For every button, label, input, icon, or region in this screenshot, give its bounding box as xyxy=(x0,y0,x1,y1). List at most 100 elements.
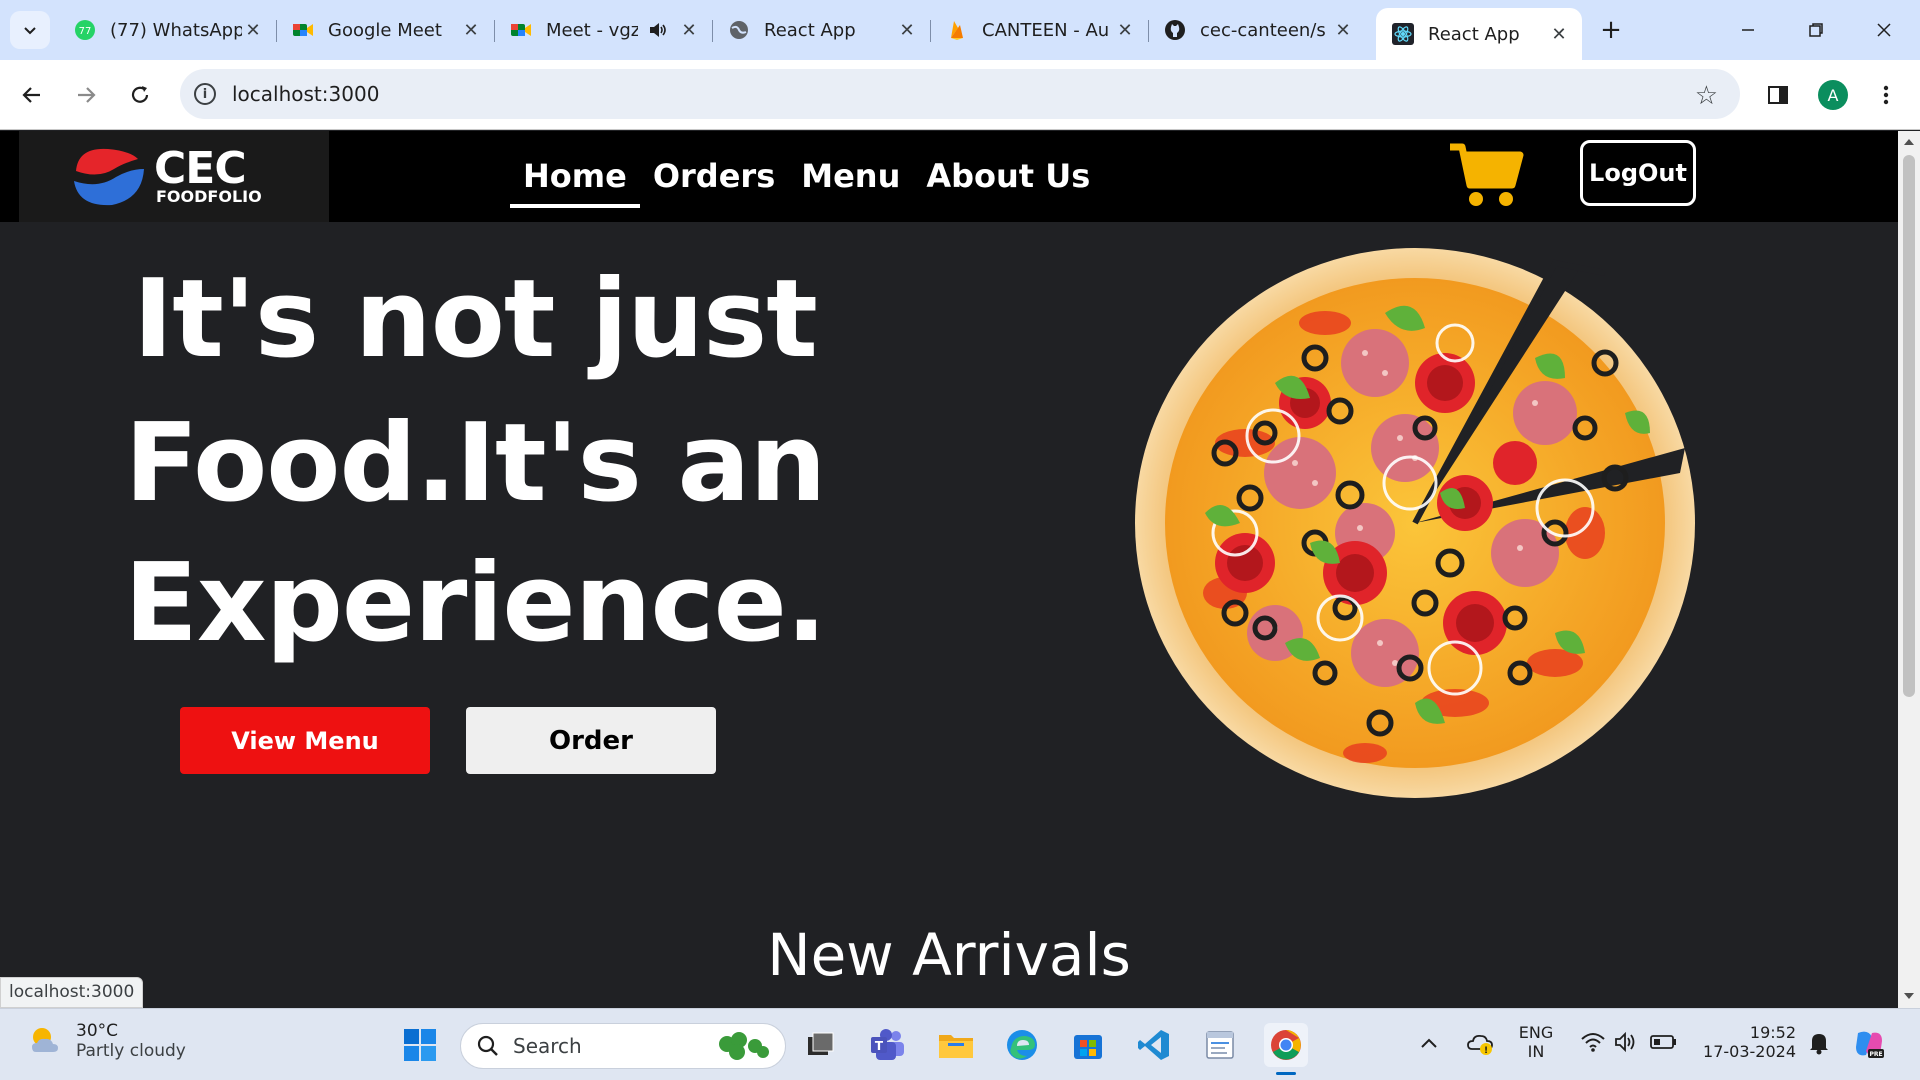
hero-heading-line-1: It's not just xyxy=(133,257,818,382)
github-icon xyxy=(1164,19,1186,41)
view-menu-button[interactable]: View Menu xyxy=(180,707,430,774)
close-tab-icon[interactable]: ✕ xyxy=(242,19,264,41)
language-code: ENG xyxy=(1518,1023,1554,1042)
forward-button[interactable] xyxy=(68,77,104,113)
vscode-button[interactable] xyxy=(1132,1023,1176,1067)
close-tab-icon[interactable]: ✕ xyxy=(678,19,700,41)
taskbar-search[interactable]: Search xyxy=(460,1023,786,1069)
nav-menu[interactable]: Menu xyxy=(788,149,913,203)
app-window-button[interactable] xyxy=(1198,1023,1242,1067)
close-window-button[interactable] xyxy=(1854,10,1914,50)
volume-icon[interactable] xyxy=(1614,1031,1640,1053)
speaker-icon[interactable] xyxy=(648,20,668,40)
google-meet-icon xyxy=(510,19,532,41)
task-view-icon xyxy=(808,1032,834,1055)
notification-bell-icon[interactable] xyxy=(1808,1031,1830,1055)
browser-tab-strip: 77 (77) WhatsApp ✕ Google Meet ✕ Meet - … xyxy=(0,0,1920,60)
tab-title: Meet - vgz xyxy=(546,19,638,41)
google-meet-icon xyxy=(292,19,314,41)
close-tab-icon[interactable]: ✕ xyxy=(896,19,918,41)
onedrive-warning-icon[interactable]: ! xyxy=(1466,1029,1494,1057)
close-tab-icon[interactable]: ✕ xyxy=(1332,19,1354,41)
more-vertical-icon xyxy=(1883,85,1889,105)
tab-whatsapp[interactable]: 77 (77) WhatsApp ✕ xyxy=(58,8,277,52)
nav-home[interactable]: Home xyxy=(510,149,640,208)
start-button[interactable] xyxy=(398,1023,442,1067)
scroll-down-icon[interactable] xyxy=(1903,991,1915,1001)
svg-text:T: T xyxy=(875,1039,884,1053)
browser-toolbar: i localhost:3000 ☆ A xyxy=(0,60,1920,130)
nav-about-us[interactable]: About Us xyxy=(913,149,1103,203)
web-page: CEC FOODFOLIO Home Orders Menu About Us … xyxy=(0,131,1898,1008)
minimize-button[interactable] xyxy=(1718,10,1778,50)
nav-orders[interactable]: Orders xyxy=(640,149,788,203)
clock-time: 19:52 xyxy=(1749,1023,1796,1042)
restore-button[interactable] xyxy=(1786,10,1846,50)
minimize-icon xyxy=(1742,29,1754,31)
edge-button[interactable] xyxy=(1000,1023,1044,1067)
site-info-icon[interactable]: i xyxy=(194,83,216,105)
page-scrollbar[interactable] xyxy=(1898,131,1920,1008)
site-logo[interactable]: CEC FOODFOLIO xyxy=(19,131,329,222)
reload-icon xyxy=(131,86,149,103)
globe-icon xyxy=(728,19,750,41)
chrome-taskbar-button[interactable] xyxy=(1264,1023,1308,1075)
tab-react-app-active[interactable]: React App ✕ xyxy=(1376,8,1582,60)
new-arrivals-heading: New Arrivals xyxy=(767,921,1131,989)
vscode-icon xyxy=(1138,1030,1169,1060)
tab-search-button[interactable] xyxy=(10,11,50,49)
scrollbar-thumb[interactable] xyxy=(1903,155,1915,697)
microsoft-store-button[interactable] xyxy=(1066,1023,1110,1067)
reload-button[interactable] xyxy=(122,77,158,113)
tab-meet-call[interactable]: Meet - vgz ✕ xyxy=(494,8,713,52)
close-tab-icon[interactable]: ✕ xyxy=(1548,23,1570,45)
battery-icon[interactable] xyxy=(1650,1033,1678,1051)
chrome-icon xyxy=(1271,1030,1301,1060)
side-panel-button[interactable] xyxy=(1760,77,1796,113)
site-navbar: CEC FOODFOLIO Home Orders Menu About Us … xyxy=(0,131,1898,222)
task-view-button[interactable] xyxy=(798,1023,842,1067)
close-tab-icon[interactable]: ✕ xyxy=(460,19,482,41)
search-icon xyxy=(477,1035,498,1056)
copilot-icon[interactable]: PRE xyxy=(1852,1027,1886,1061)
address-bar[interactable]: i localhost:3000 ☆ xyxy=(180,69,1740,119)
shopping-cart-icon[interactable] xyxy=(1448,141,1524,211)
close-icon xyxy=(1877,23,1891,37)
shamrock-icon xyxy=(719,1032,769,1060)
tab-title: cec-canteen/s xyxy=(1200,19,1326,41)
back-button[interactable] xyxy=(14,77,50,113)
windows-logo-icon xyxy=(404,1029,436,1061)
pizza-image xyxy=(1135,248,1695,798)
restore-icon xyxy=(1809,23,1823,37)
chrome-menu-button[interactable] xyxy=(1868,77,1904,113)
wifi-icon[interactable] xyxy=(1580,1031,1606,1053)
tab-title: Google Meet xyxy=(328,19,442,41)
folder-icon xyxy=(939,1035,973,1058)
logo-subtitle: FOODFOLIO xyxy=(156,187,262,206)
weather-widget[interactable]: 30°C Partly cloudy xyxy=(26,1021,186,1061)
teams-button[interactable]: T xyxy=(866,1023,910,1067)
logout-button[interactable]: LogOut xyxy=(1580,140,1696,206)
firebase-icon xyxy=(946,19,968,41)
avatar: A xyxy=(1818,80,1848,110)
main-nav: Home Orders Menu About Us xyxy=(510,149,1103,208)
document-window-icon xyxy=(1206,1031,1234,1059)
file-explorer-button[interactable] xyxy=(934,1023,978,1067)
close-tab-icon[interactable]: ✕ xyxy=(1114,19,1136,41)
scroll-up-icon[interactable] xyxy=(1903,137,1915,147)
language-indicator[interactable]: ENG IN xyxy=(1516,1023,1556,1061)
tab-title: React App xyxy=(764,19,856,41)
tab-google-meet[interactable]: Google Meet ✕ xyxy=(276,8,495,52)
tab-github[interactable]: cec-canteen/s ✕ xyxy=(1148,8,1366,52)
tab-react-app-1[interactable]: React App ✕ xyxy=(712,8,931,52)
order-button[interactable]: Order xyxy=(466,707,716,774)
new-tab-button[interactable]: + xyxy=(1595,14,1627,46)
hero-heading-line-2: Food.It's an xyxy=(124,401,827,526)
chevron-up-icon[interactable] xyxy=(1420,1036,1438,1050)
url-text[interactable]: localhost:3000 xyxy=(232,82,379,106)
whatsapp-icon: 77 xyxy=(74,19,96,41)
clock[interactable]: 19:52 17-03-2024 xyxy=(1696,1023,1796,1061)
profile-button[interactable]: A xyxy=(1815,77,1851,113)
bookmark-star-icon[interactable]: ☆ xyxy=(1695,81,1718,111)
tab-canteen[interactable]: CANTEEN - Au ✕ xyxy=(930,8,1149,52)
